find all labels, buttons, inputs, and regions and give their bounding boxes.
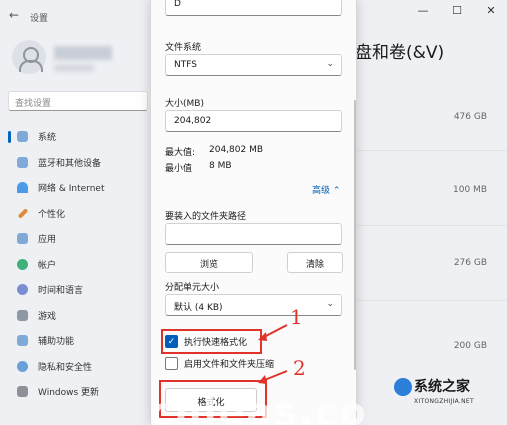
user-email-blurred xyxy=(54,64,94,72)
sidebar-item-accounts[interactable]: 帐户 xyxy=(0,252,150,278)
globe-icon xyxy=(17,284,28,295)
volume-label-field[interactable]: D xyxy=(165,0,342,16)
sidebar-item-network[interactable]: 网络 & Internet xyxy=(0,175,150,201)
sidebar-item-windows-update[interactable]: Windows 更新 xyxy=(0,379,150,405)
mount-path-input[interactable] xyxy=(165,223,342,245)
accessibility-icon xyxy=(17,335,28,346)
site-logo: 系统之家 XITONGZHIJIA.NET xyxy=(394,376,506,422)
filesystem-select[interactable]: NTFS ⌄ xyxy=(165,54,342,76)
volume-size: 200 GB xyxy=(453,341,487,351)
monitor-icon xyxy=(17,131,28,142)
sidebar-item-accessibility[interactable]: 辅助功能 xyxy=(0,328,150,354)
watermark-text: chleas.co xyxy=(150,390,368,425)
person-icon xyxy=(17,258,28,270)
annotation-number-1: 1 xyxy=(290,305,303,329)
advanced-toggle[interactable]: 高级 ⌃ xyxy=(312,183,340,196)
chevron-up-icon: ⌃ xyxy=(332,186,341,196)
max-size-row: 最大值: 204,802 MB xyxy=(165,145,264,158)
logo-badge-icon xyxy=(394,378,412,396)
clear-button[interactable]: 清除 xyxy=(287,252,343,273)
sidebar-item-gaming[interactable]: 游戏 xyxy=(0,303,150,329)
quick-format-checkbox[interactable]: ✓ xyxy=(165,335,178,348)
user-name-blurred xyxy=(54,46,112,60)
size-label: 大小(MB) xyxy=(165,99,204,109)
divider xyxy=(356,225,506,226)
size-input[interactable]: 204,802 xyxy=(165,110,342,132)
allocation-unit-select[interactable]: 默认 (4 KB) ⌄ xyxy=(165,294,342,316)
min-size-row: 最小值 8 MB xyxy=(165,161,232,174)
chevron-down-icon: ⌄ xyxy=(326,299,334,309)
sidebar-nav: 系统 蓝牙和其他设备 网络 & Internet 个性化 应用 帐户 时间和语言… xyxy=(0,124,150,405)
quick-format-checkbox-row[interactable]: ✓ 执行快速格式化 xyxy=(165,335,247,348)
sidebar-item-time-language[interactable]: 时间和语言 xyxy=(0,277,150,303)
chevron-down-icon: ⌄ xyxy=(326,59,334,69)
mount-path-label: 要装入的文件夹路径 xyxy=(165,212,247,222)
shield-icon xyxy=(17,360,28,372)
compression-checkbox-row[interactable]: 启用文件和文件夹压缩 xyxy=(165,357,274,370)
sidebar-item-bluetooth[interactable]: 蓝牙和其他设备 xyxy=(0,150,150,176)
update-icon xyxy=(17,386,28,397)
filesystem-label: 文件系统 xyxy=(165,43,202,53)
sidebar-item-apps[interactable]: 应用 xyxy=(0,226,150,252)
page-title: 盘和卷(&V) xyxy=(355,43,445,63)
compression-checkbox[interactable] xyxy=(165,357,178,370)
allocation-unit-label: 分配单元大小 xyxy=(165,283,220,293)
app-title: 设置 xyxy=(30,14,49,24)
minimize-button[interactable]: — xyxy=(417,4,429,17)
brush-icon xyxy=(17,207,29,219)
sidebar-item-privacy[interactable]: 隐私和安全性 xyxy=(0,354,150,380)
volume-size: 276 GB xyxy=(453,258,487,268)
maximize-button[interactable]: ☐ xyxy=(451,4,463,17)
gamepad-icon xyxy=(17,309,28,321)
divider xyxy=(356,300,506,301)
back-arrow-icon[interactable]: ← xyxy=(9,8,19,22)
search-input[interactable]: 查找设置 xyxy=(8,91,148,111)
sidebar-item-personalization[interactable]: 个性化 xyxy=(0,201,150,227)
sidebar-item-system[interactable]: 系统 xyxy=(0,124,150,150)
window-controls: — ☐ ✕ xyxy=(417,4,497,17)
volume-size: 100 MB xyxy=(453,185,487,195)
browse-button[interactable]: 浏览 xyxy=(165,252,253,273)
wifi-icon xyxy=(17,182,28,193)
volume-size: 476 GB xyxy=(453,112,487,122)
scrollbar[interactable] xyxy=(354,100,356,370)
avatar[interactable] xyxy=(12,40,46,74)
format-volume-dialog: D 文件系统 NTFS ⌄ 大小(MB) 204,802 最大值: 204,80… xyxy=(150,0,357,425)
apps-icon xyxy=(17,233,28,244)
divider xyxy=(356,150,506,151)
bluetooth-icon xyxy=(17,156,28,168)
close-button[interactable]: ✕ xyxy=(485,4,497,17)
annotation-number-2: 2 xyxy=(293,356,306,380)
